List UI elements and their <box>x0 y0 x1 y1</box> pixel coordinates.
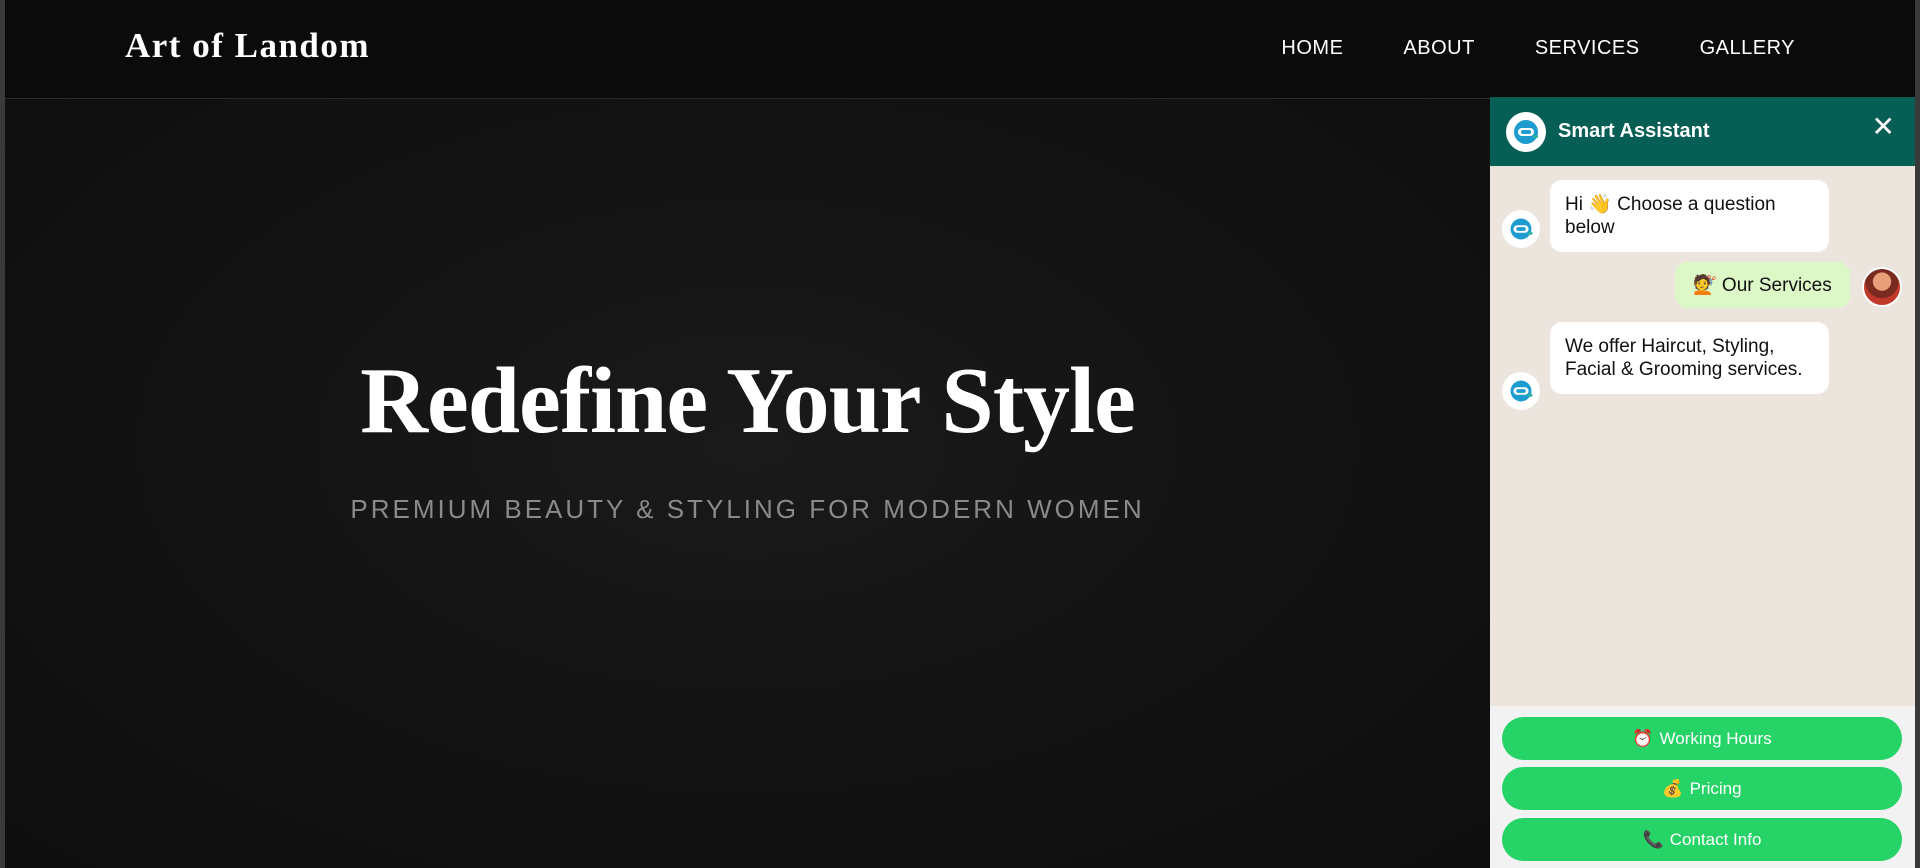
working-hours-button[interactable]: ⏰ Working Hours <box>1502 717 1902 760</box>
nav-about-link[interactable]: ABOUT <box>1403 37 1474 60</box>
chat-header: Smart Assistant ✕ <box>1490 97 1915 166</box>
hero-section: Redefine Your Style PREMIUM BEAUTY & STY… <box>5 99 1490 868</box>
chat-widget: Smart Assistant ✕ Hi 👋 Choose a question… <box>1490 97 1915 868</box>
bot-message: Hi 👋 Choose a question below <box>1550 180 1829 252</box>
quick-replies: ⏰ Working Hours 💰 Pricing 📞 Contact Info <box>1490 706 1915 868</box>
nav-links: HOME ABOUT SERVICES GALLERY <box>1281 37 1795 60</box>
hero-subtitle: PREMIUM BEAUTY & STYLING FOR MODERN WOME… <box>350 494 1145 524</box>
user-avatar <box>1862 267 1902 307</box>
bot-avatar-icon <box>1502 372 1540 410</box>
button-label: Contact Info <box>1669 829 1762 849</box>
phone-icon: 📞 <box>1642 829 1664 849</box>
nav-services-link[interactable]: SERVICES <box>1535 37 1640 60</box>
bot-avatar-icon <box>1502 210 1540 248</box>
pricing-button[interactable]: 💰 Pricing <box>1502 767 1902 810</box>
chat-title: Smart Assistant <box>1558 120 1710 142</box>
button-label: Pricing <box>1689 778 1742 798</box>
assistant-avatar-icon <box>1506 112 1546 152</box>
navbar: Art of Landom HOME ABOUT SERVICES GALLER… <box>5 0 1915 99</box>
bot-message: We offer Haircut, Styling, Facial & Groo… <box>1550 322 1829 394</box>
button-label: Working Hours <box>1659 728 1772 748</box>
nav-home-link[interactable]: HOME <box>1281 37 1343 60</box>
user-message: 💇 Our Services <box>1675 262 1850 308</box>
contact-info-button[interactable]: 📞 Contact Info <box>1502 818 1902 861</box>
site-logo[interactable]: Art of Landom <box>125 26 370 66</box>
money-bag-icon: 💰 <box>1662 778 1684 798</box>
nav-gallery-link[interactable]: GALLERY <box>1700 37 1795 60</box>
hero-title: Redefine Your Style <box>360 349 1136 453</box>
right-window-border <box>1915 0 1920 868</box>
close-icon[interactable]: ✕ <box>1872 113 1895 141</box>
alarm-clock-icon: ⏰ <box>1632 728 1654 748</box>
